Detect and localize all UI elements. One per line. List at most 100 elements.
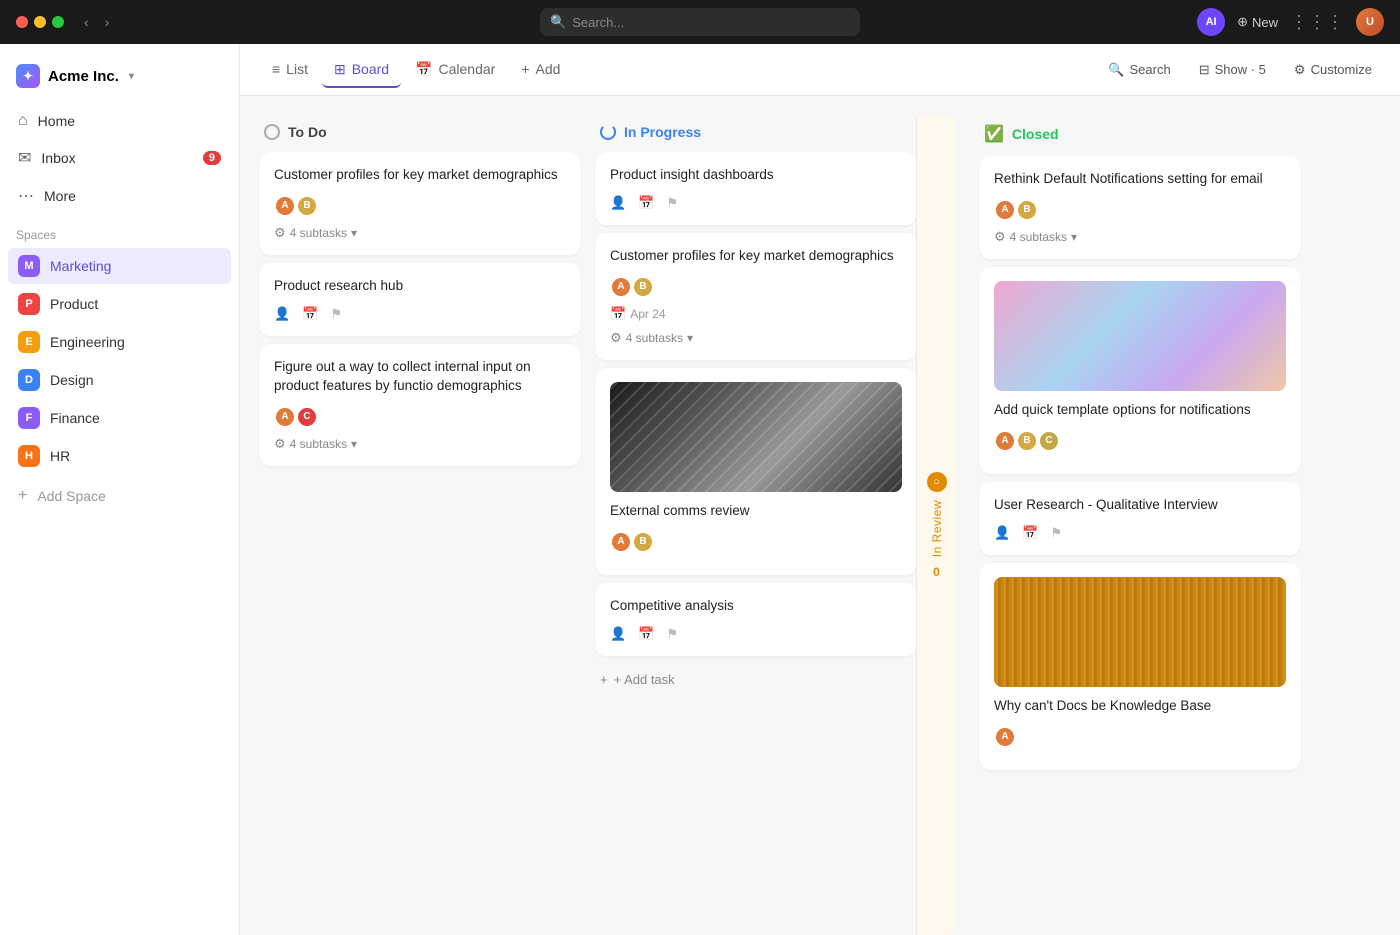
tab-board[interactable]: ⊞ Board (322, 53, 401, 88)
search-icon: 🔍 (550, 14, 566, 30)
card-meta: 👤 📅 ⚑ (274, 306, 566, 322)
card-subtasks[interactable]: ⚙ 4 subtasks ▾ (274, 436, 566, 452)
sidebar-item-product[interactable]: P Product (8, 286, 231, 322)
view-toolbar: ≡ List ⊞ Board 📅 Calendar + Add � (240, 44, 1400, 96)
table-row[interactable]: Customer profiles for key market demogra… (260, 152, 580, 255)
card-meta: 📅 Apr 24 (610, 306, 902, 322)
chevron-down-icon: ▾ (687, 331, 693, 345)
column-inprogress-header: In Progress (596, 116, 916, 152)
design-badge: D (18, 369, 40, 391)
card-subtasks[interactable]: ⚙ 4 subtasks ▾ (274, 225, 566, 241)
card-avatars: A B (994, 199, 1286, 221)
sidebar-item-inbox[interactable]: ✉ Inbox 9 (8, 140, 231, 176)
column-todo-title: To Do (288, 124, 327, 140)
avatar: C (1038, 430, 1060, 452)
table-row[interactable]: Rethink Default Notifications setting fo… (980, 156, 1300, 259)
card-image-content (994, 281, 1286, 391)
column-closed: ✅ Closed Rethink Default Notifications s… (980, 116, 1300, 935)
table-row[interactable]: Figure out a way to collect internal inp… (260, 344, 580, 466)
tab-list[interactable]: ≡ List (260, 53, 320, 87)
add-view-button[interactable]: + Add (509, 53, 572, 87)
sidebar-item-hr[interactable]: H HR (8, 438, 231, 474)
user-icon: 👤 (994, 525, 1010, 541)
grid-icon[interactable]: ⋮⋮⋮ (1290, 12, 1344, 33)
flag-meta: ⚑ (1050, 525, 1062, 541)
table-row[interactable]: User Research - Qualitative Interview 👤 … (980, 482, 1300, 555)
card-subtasks[interactable]: ⚙ 4 subtasks ▾ (994, 229, 1286, 245)
sidebar-item-engineering[interactable]: E Engineering (8, 324, 231, 360)
board-area: To Do Customer profiles for key market d… (240, 96, 1400, 935)
assignee-meta: 👤 (994, 525, 1010, 541)
subtask-icon: ⚙ (274, 436, 286, 452)
back-button[interactable]: ‹ (80, 12, 93, 32)
maximize-window-button[interactable] (52, 16, 64, 28)
global-search-bar[interactable]: 🔍 Search... (540, 8, 860, 36)
customize-action[interactable]: ⚙ Customize (1286, 56, 1380, 84)
user-icon: 👤 (610, 195, 626, 211)
card-image (610, 382, 902, 492)
brand-chevron-icon: ▾ (129, 71, 134, 82)
list-tab-label: List (286, 61, 308, 77)
brand-logo[interactable]: ✦ Acme Inc. ▾ (0, 56, 239, 104)
board-tab-icon: ⊞ (334, 61, 346, 78)
new-button[interactable]: ⊕ New (1237, 14, 1278, 30)
product-badge: P (18, 293, 40, 315)
sidebar-item-design[interactable]: D Design (8, 362, 231, 398)
card-avatars: A B (610, 276, 902, 298)
ai-button[interactable]: AI (1197, 8, 1225, 36)
avatar: C (296, 406, 318, 428)
minimize-window-button[interactable] (34, 16, 46, 28)
avatar: A (274, 195, 296, 217)
card-avatars: A B (274, 195, 566, 217)
user-avatar[interactable]: U (1356, 8, 1384, 36)
sidebar-item-finance[interactable]: F Finance (8, 400, 231, 436)
calendar-icon: 📅 (610, 306, 626, 322)
card-subtasks[interactable]: ⚙ 4 subtasks ▾ (610, 330, 902, 346)
table-row[interactable]: External comms review A B (596, 368, 916, 575)
date-meta: 📅 Apr 24 (610, 306, 666, 322)
table-row[interactable]: Competitive analysis 👤 📅 ⚑ (596, 583, 916, 656)
add-space-button[interactable]: + Add Space (8, 480, 231, 512)
sidebar-item-home[interactable]: ⌂ Home (8, 104, 231, 138)
engineering-badge: E (18, 331, 40, 353)
product-label: Product (50, 296, 98, 312)
sidebar-item-marketing[interactable]: M Marketing (8, 248, 231, 284)
column-todo: To Do Customer profiles for key market d… (260, 116, 580, 935)
column-closed-header: ✅ Closed (980, 116, 1300, 156)
date-meta: 📅 (638, 626, 654, 642)
table-row[interactable]: Add quick template options for notificat… (980, 267, 1300, 474)
tab-calendar[interactable]: 📅 Calendar (403, 53, 507, 88)
calendar-tab-label: Calendar (439, 61, 496, 77)
chevron-down-icon: ▾ (351, 226, 357, 240)
card-avatars: A (994, 726, 1286, 748)
card-image-content (610, 382, 902, 492)
column-closed-title: Closed (1012, 126, 1059, 142)
add-task-button[interactable]: + + Add task (596, 664, 916, 695)
table-row[interactable]: Product research hub 👤 📅 ⚑ (260, 263, 580, 336)
main-layout: ✦ Acme Inc. ▾ ⌂ Home ✉ Inbox 9 ⋯ More Sp… (0, 44, 1400, 935)
avatar: B (632, 276, 654, 298)
assignee-meta: 👤 (610, 195, 626, 211)
add-task-label: + Add task (614, 672, 675, 687)
sidebar-item-more[interactable]: ⋯ More (8, 178, 231, 214)
avatar: A (274, 406, 296, 428)
avatar: A (610, 276, 632, 298)
forward-button[interactable]: › (101, 12, 114, 32)
user-icon: 👤 (274, 306, 290, 322)
assignee-meta: 👤 (610, 626, 626, 642)
inbox-label: Inbox (41, 150, 75, 166)
card-title: Add quick template options for notificat… (994, 401, 1286, 420)
in-review-icon: ○ (927, 472, 947, 492)
close-window-button[interactable] (16, 16, 28, 28)
search-action[interactable]: 🔍 Search (1100, 56, 1178, 84)
more-label: More (44, 188, 76, 204)
show-action[interactable]: ⊟ Show · 5 (1191, 56, 1274, 84)
avatar: B (296, 195, 318, 217)
marketing-badge: M (18, 255, 40, 277)
flag-meta: ⚑ (666, 195, 678, 211)
add-space-icon: + (18, 487, 27, 505)
table-row[interactable]: Customer profiles for key market demogra… (596, 233, 916, 360)
hr-label: HR (50, 448, 70, 464)
table-row[interactable]: Why can't Docs be Knowledge Base A (980, 563, 1300, 770)
table-row[interactable]: Product insight dashboards 👤 📅 ⚑ (596, 152, 916, 225)
